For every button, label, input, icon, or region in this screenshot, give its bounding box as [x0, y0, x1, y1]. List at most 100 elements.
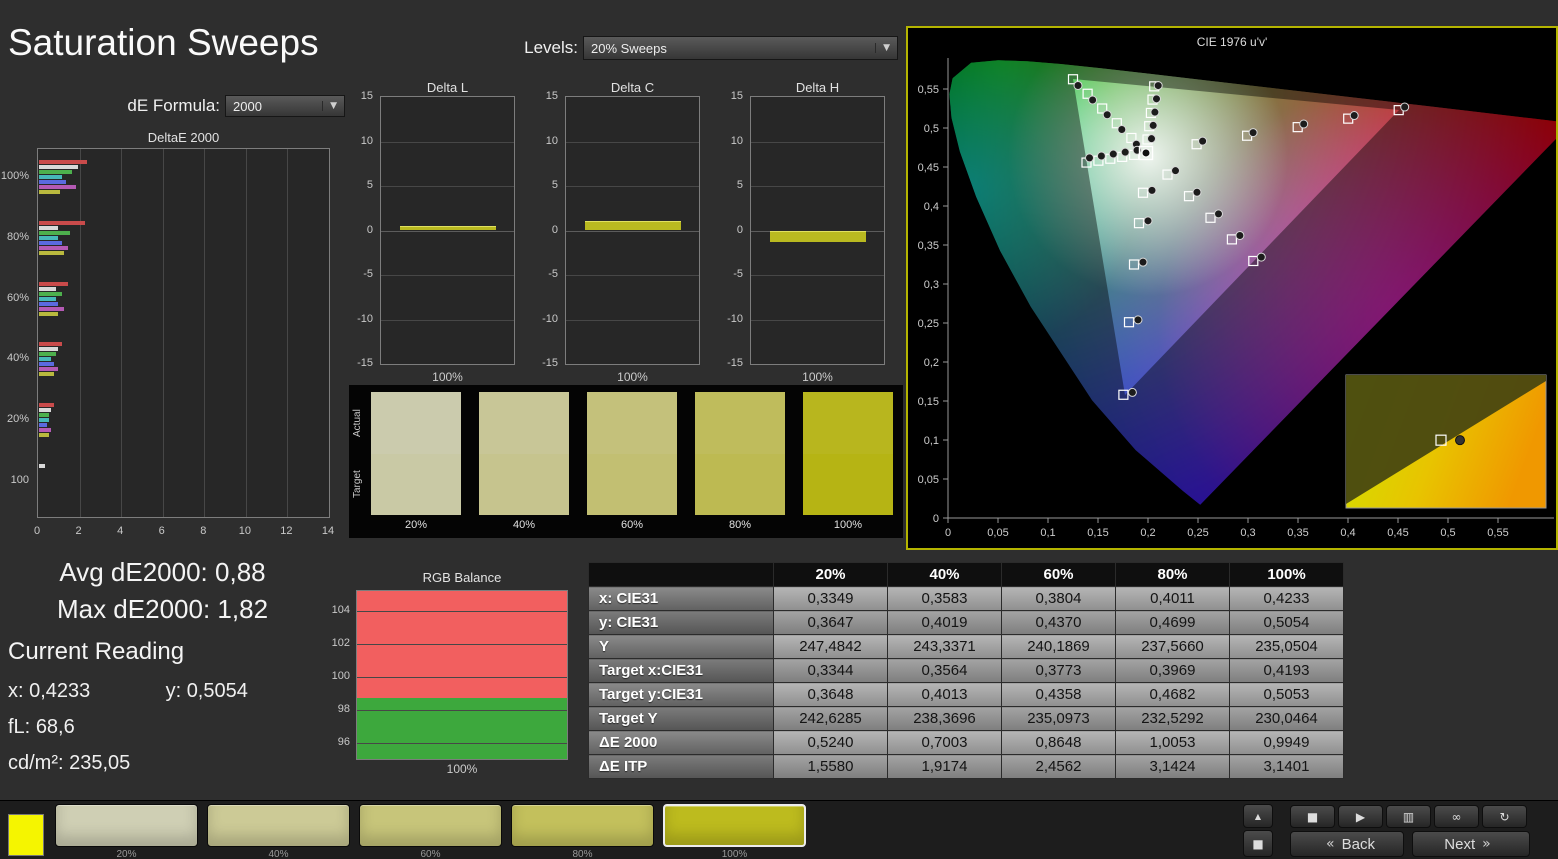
stop-measure-button[interactable]: ■	[1243, 830, 1273, 857]
results-table: 20% 40% 60% 80% 100% x: CIE31 0,3349 0,3583 0,38…	[588, 562, 1344, 779]
swatch-label: 80%	[728, 519, 752, 531]
y-tick-label: -10	[727, 312, 743, 325]
stop-button[interactable]: ■	[1290, 805, 1335, 828]
patch-color	[663, 804, 806, 847]
patch-label: 20%	[116, 849, 137, 859]
de-bar	[39, 175, 62, 179]
y-tick-label: 100	[331, 669, 350, 682]
gridline	[79, 149, 81, 517]
next-button[interactable]: Next »	[1412, 831, 1530, 857]
red-measured-marker	[1299, 119, 1309, 129]
cie-x-tick: 0,4	[1340, 527, 1355, 539]
delta-c-x-label: 100%	[617, 370, 648, 384]
table-cell: 0,4699	[1115, 610, 1230, 635]
patch-button-100%[interactable]: 100%	[663, 804, 806, 859]
patch-button-40%[interactable]: 40%	[207, 804, 350, 859]
table-cell: 230,0464	[1229, 706, 1344, 731]
delta-h-plot	[750, 96, 885, 365]
column-header: 80%	[1115, 562, 1230, 587]
y-tick-label: -5	[363, 268, 373, 280]
table-cell: 0,5240	[773, 730, 888, 755]
table-cell: 0,3969	[1115, 658, 1230, 683]
magenta-measured-marker	[1192, 187, 1202, 197]
back-button[interactable]: « Back	[1290, 831, 1404, 857]
table-row: ΔE 2000 0,5240 0,7003 0,8648 1,0053 0,9949	[588, 730, 1344, 755]
cie-x-tick: 0,5	[1440, 527, 1455, 539]
selected-point-dot	[1141, 148, 1151, 158]
swatch-actual	[587, 392, 677, 454]
gridline	[566, 275, 699, 276]
gridline	[329, 149, 330, 517]
max-de-label: Max dE2000:	[56, 594, 211, 624]
gridline	[751, 141, 884, 143]
de-bar	[39, 464, 46, 468]
gridline	[357, 676, 567, 678]
y-tick-label: 5	[366, 179, 373, 191]
gridline	[245, 149, 247, 517]
de-bar	[39, 180, 67, 184]
y-tick-label: 100%	[0, 170, 29, 182]
column-header: 40%	[887, 562, 1002, 587]
table-cell: 235,0504	[1229, 634, 1344, 659]
collapse-up-button[interactable]: ▲	[1243, 804, 1273, 828]
refresh-button[interactable]: ↻	[1482, 805, 1527, 828]
y-tick-label: 98	[337, 702, 350, 715]
row-label: Target Y	[588, 706, 774, 731]
play-button[interactable]: ▶	[1338, 805, 1383, 828]
deltae-plot	[37, 148, 330, 518]
inset-measured-marker	[1455, 435, 1465, 446]
cie-x-tick: 0,45	[1387, 527, 1408, 539]
de-stats: Avg dE2000: 0,88 Max dE2000: 1,82	[10, 554, 315, 628]
yellow-measured-marker	[1153, 81, 1163, 91]
table-cell: 232,5292	[1115, 706, 1230, 731]
green-measured-marker	[1102, 110, 1112, 120]
de-bar	[39, 347, 58, 352]
table-cell: 235,0973	[1001, 706, 1116, 731]
yellow-measured-marker	[1147, 134, 1156, 144]
patch-button-60%[interactable]: 60%	[359, 804, 502, 859]
magenta-measured-marker	[1256, 252, 1266, 262]
cyan-measured-marker	[1085, 153, 1094, 163]
table-cell: 0,4370	[1001, 610, 1116, 635]
current-x: x: 0,4233	[8, 680, 160, 703]
patch-color	[511, 804, 654, 847]
table-cell: 243,3371	[887, 634, 1002, 659]
y-tick-label: 60%	[6, 291, 29, 304]
patch-button-20%[interactable]: 20%	[55, 804, 198, 859]
table-cell: 0,4682	[1115, 682, 1230, 707]
cie-y-tick: 0,3	[924, 279, 939, 291]
swatch-60%	[587, 392, 677, 515]
cie-y-tick: 0,45	[918, 162, 939, 174]
loop-button[interactable]: ∞	[1434, 805, 1479, 828]
y-tick-label: 20%	[6, 413, 29, 426]
swatch-80%	[695, 392, 785, 515]
row-label: Target y:CIE31	[588, 682, 774, 707]
table-cell: 0,4011	[1115, 586, 1230, 611]
levels-value: 20% Sweeps	[591, 40, 667, 56]
current-fl-line: fL: 68,6	[8, 716, 248, 739]
de-formula-value: 2000	[233, 98, 262, 114]
avg-de-value: 0,88	[215, 557, 266, 587]
cie-x-tick: 0,15	[1087, 527, 1108, 539]
de-bar	[39, 160, 87, 164]
table-row: ΔE ITP 1,5580 1,9174 2,4562 3,1424 3,1401	[588, 754, 1344, 779]
cie-x-tick: 0,35	[1287, 527, 1308, 539]
patch-button-80%[interactable]: 80%	[511, 804, 654, 859]
gridline	[357, 742, 567, 744]
de-bar	[39, 352, 56, 357]
table-cell: 247,4842	[773, 634, 888, 659]
table-cell: 0,3349	[773, 586, 888, 611]
swatch-actual	[695, 392, 785, 454]
delta-c-y-axis: 15 10 5 0 -5 -10 -15	[530, 78, 562, 378]
magenta-measured-marker	[1171, 166, 1180, 176]
table-cell: 237,5660	[1115, 634, 1230, 659]
gridline	[566, 230, 699, 232]
y-tick-label: -5	[548, 268, 558, 280]
blue-measured-marker	[1143, 216, 1153, 226]
x-tick-label: 12	[280, 525, 293, 537]
delta-h-chart: Delta H 15 10 5 0 -5 -10 -15 100%	[715, 78, 890, 384]
patch-label: 60%	[420, 849, 441, 859]
levels-dropdown[interactable]: 20% Sweeps ▼	[583, 36, 898, 60]
save-button[interactable]: ▥	[1386, 805, 1431, 828]
de-formula-dropdown[interactable]: 2000 ▼	[225, 95, 345, 117]
